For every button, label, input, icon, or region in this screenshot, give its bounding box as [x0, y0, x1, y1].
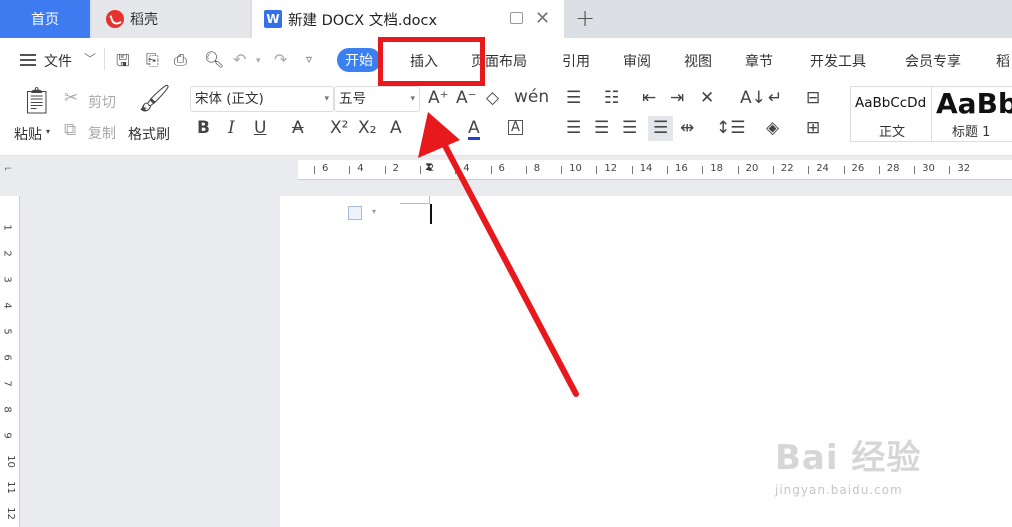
watermark-url: jingyan.baidu.com [775, 483, 903, 497]
baidu-jingyan-watermark: Bai 经验 jingyan.baidu.com [775, 430, 975, 497]
watermark-brand: Bai 经验 [775, 438, 922, 478]
